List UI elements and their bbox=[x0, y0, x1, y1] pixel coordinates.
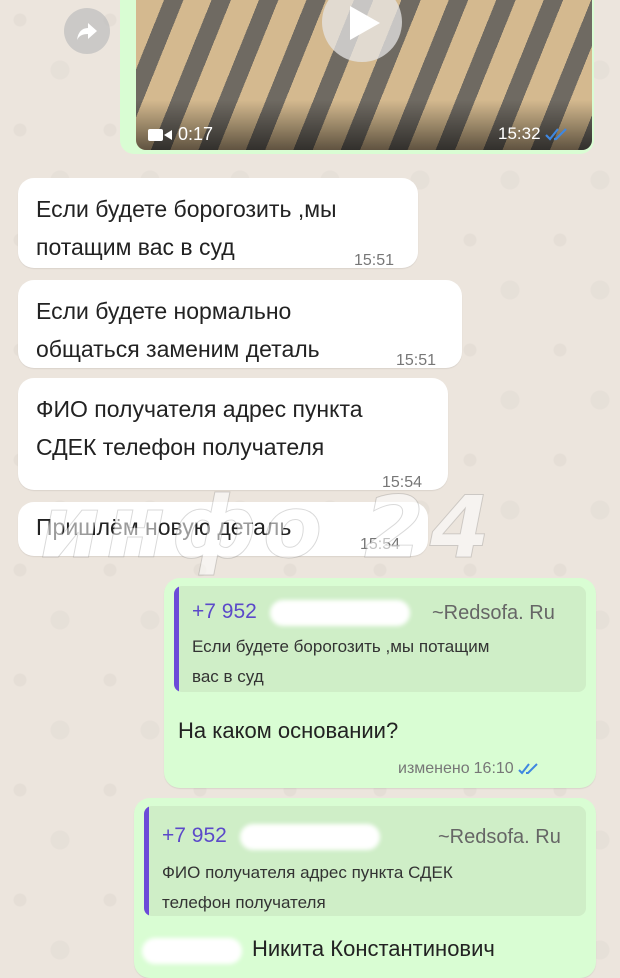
outgoing-reply-1[interactable]: +7 952 ~Redsofa. Ru Если будете борогози… bbox=[164, 578, 596, 788]
read-receipt-icon bbox=[544, 128, 567, 141]
quote-name: ~Redsofa. Ru bbox=[432, 602, 555, 624]
video-duration-text: 0:17 bbox=[178, 124, 214, 144]
reply-text: Никита Константинович bbox=[252, 936, 495, 961]
reply-text: На каком основании? bbox=[178, 718, 399, 743]
message-text: Если будете борогозить ,мы потащим вас в… bbox=[36, 196, 337, 260]
video-duration: 0:17 bbox=[148, 124, 213, 145]
edited-label: изменено bbox=[398, 760, 470, 777]
video-timestamp: 15:32 bbox=[498, 124, 571, 144]
redacted-surname bbox=[142, 938, 242, 964]
read-receipt-icon bbox=[517, 763, 538, 775]
quote-accent-bar bbox=[144, 806, 149, 916]
message-time: 15:51 bbox=[354, 252, 395, 269]
message-text: ФИО получателя адрес пункта СДЕК телефон… bbox=[36, 396, 363, 460]
forward-button[interactable] bbox=[64, 8, 110, 54]
watermark: инфо 24 bbox=[40, 478, 496, 579]
incoming-message-1[interactable]: Если будете борогозить ,мы потащим вас в… bbox=[18, 178, 418, 269]
quote-sender: +7 952 bbox=[162, 824, 227, 847]
quote-text: Если будете борогозить ,мы потащим вас в… bbox=[192, 637, 490, 686]
outgoing-reply-2[interactable]: +7 952 ~Redsofa. Ru ФИО получателя адрес… bbox=[134, 798, 596, 978]
quote-sender: +7 952 bbox=[192, 600, 257, 623]
quote-name: ~Redsofa. Ru bbox=[438, 826, 561, 848]
forward-icon bbox=[77, 23, 97, 40]
incoming-message-2[interactable]: Если будете нормально общаться заменим д… bbox=[18, 280, 462, 369]
quote-accent-bar bbox=[174, 586, 179, 692]
video-time-text: 15:32 bbox=[498, 124, 541, 143]
play-icon bbox=[350, 6, 380, 40]
video-camera-icon bbox=[148, 128, 172, 141]
edited-timestamp: изменено 16:10 bbox=[398, 760, 542, 778]
message-time: 15:51 bbox=[396, 352, 437, 369]
redacted-phone bbox=[240, 824, 380, 850]
quoted-message[interactable]: +7 952 ~Redsofa. Ru Если будете борогози… bbox=[174, 586, 586, 692]
quoted-message[interactable]: +7 952 ~Redsofa. Ru ФИО получателя адрес… bbox=[144, 806, 586, 916]
quote-text: ФИО получателя адрес пункта СДЕК телефон… bbox=[162, 863, 453, 912]
reply-time: 16:10 bbox=[473, 760, 514, 777]
message-text: Если будете нормально общаться заменим д… bbox=[36, 298, 320, 362]
incoming-message-3[interactable]: ФИО получателя адрес пункта СДЕК телефон… bbox=[18, 378, 448, 491]
redacted-phone bbox=[270, 600, 410, 626]
